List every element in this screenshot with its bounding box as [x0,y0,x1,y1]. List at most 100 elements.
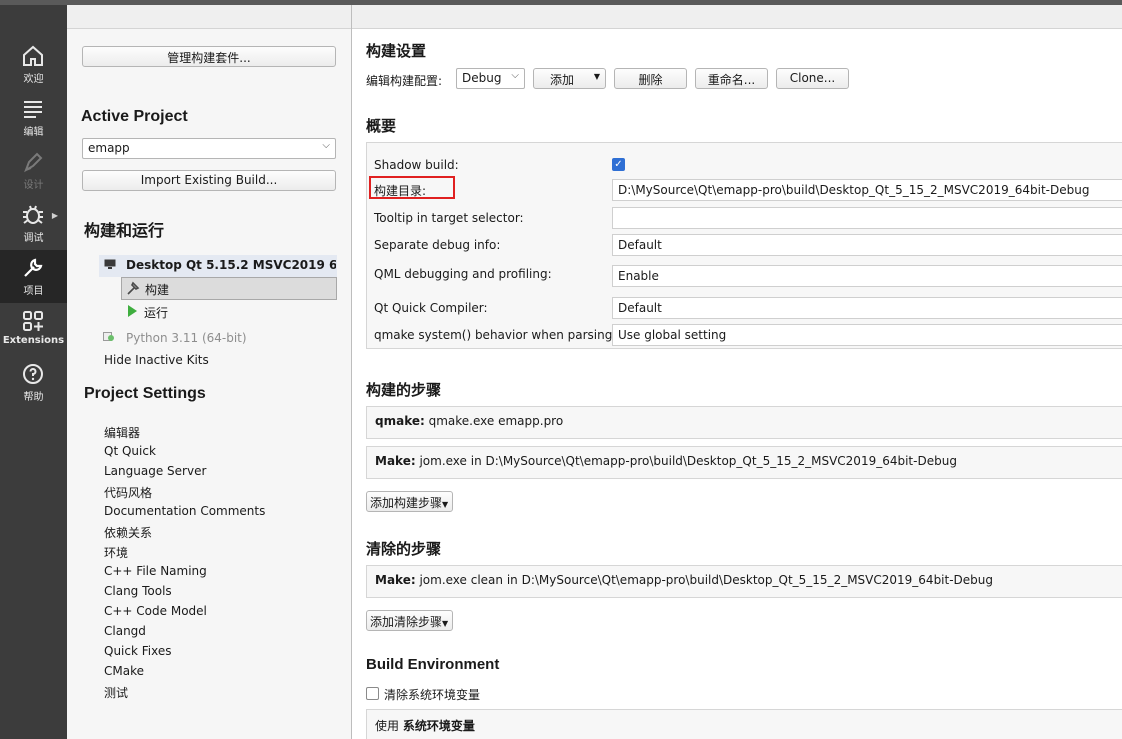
wrench-icon [24,258,43,277]
build-settings-heading: 构建设置 [366,43,427,60]
settings-item-clangd[interactable]: Clangd [104,624,146,638]
build-item-label: 构建 [145,283,170,297]
shadow-build-label: Shadow build: [374,158,459,172]
mode-design[interactable]: 设计 [0,144,67,197]
shadow-build-checkbox[interactable]: ✓ [612,158,625,171]
settings-item-qt-quick[interactable]: Qt Quick [104,444,156,458]
mode-extensions[interactable]: Extensions [0,303,67,356]
qmake-system-label: qmake system() behavior when parsing: [374,328,617,342]
mode-label: 编辑 [23,127,44,138]
clean-make-step[interactable]: Make: jom.exe clean in D:\MySource\Qt\em… [366,565,1122,598]
qmake-system-combo[interactable]: Use global setting [612,324,1122,346]
tooltip-label: Tooltip in target selector: [374,211,524,225]
step-summary: jom.exe clean in D:\MySource\Qt\emapp-pr… [415,573,994,587]
dropdown-arrow-icon: ▼ [593,72,600,81]
status-dot-icon [108,335,114,341]
home-icon [23,45,43,66]
settings-item-documentation-comments[interactable]: Documentation Comments [104,504,265,518]
monitor-icon [104,259,116,269]
clear-env-label: 清除系统环境变量 [384,688,481,702]
delete-config-button[interactable]: 删除 [614,68,687,89]
separate-debug-label: Separate debug info: [374,238,501,252]
dropdown-arrow-icon: ▼ [442,619,449,628]
run-item-label: 运行 [144,306,169,320]
kit-build-item[interactable]: 构建 [121,277,337,300]
separate-debug-combo[interactable]: Default [612,234,1122,256]
kit-run-item[interactable]: 运行 [121,301,337,324]
step-name: Make: [375,454,416,468]
clone-config-button[interactable]: Clone... [776,68,849,89]
mode-label: 项目 [23,286,44,297]
add-config-label: 添加 [550,73,575,87]
mode-label: Extensions [2,335,65,346]
overview-heading: 概要 [366,118,397,135]
highlight-box [369,176,455,199]
settings-item-editor[interactable]: 编辑器 [104,424,140,441]
mode-projects[interactable]: 项目 [0,250,67,303]
inactive-kit-python[interactable]: Python 3.11 (64-bit) [103,331,247,345]
build-config-combo[interactable]: Debug ⌵ [456,68,525,89]
clear-env-checkbox[interactable] [366,687,379,700]
splitter[interactable] [351,5,352,739]
mode-label: 欢迎 [23,74,44,85]
grid-plus-icon [23,311,43,331]
manage-kits-button[interactable]: 管理构建套件... [82,46,336,67]
settings-item-cpp-file-naming[interactable]: C++ File Naming [104,564,207,578]
settings-item-clang-tools[interactable]: Clang Tools [104,584,172,598]
bug-icon [23,205,43,224]
add-clean-step-button[interactable]: 添加清除步骤▼ [366,610,454,631]
edit-config-label: 编辑构建配置: [366,74,443,88]
qt-quick-compiler-combo[interactable]: Default [612,297,1122,319]
kit-name: Desktop Qt 5.15.2 MSVC2019 64... [126,258,336,272]
step-name: Make: [375,573,416,587]
mode-edit[interactable]: 编辑 [0,91,67,144]
import-existing-build-button[interactable]: Import Existing Build... [82,170,336,191]
settings-item-cmake[interactable]: CMake [104,664,144,678]
tooltip-field[interactable] [612,207,1122,229]
add-config-button[interactable]: 添加 ▼ [533,68,606,89]
project-settings-heading: Project Settings [84,385,206,402]
mode-welcome[interactable]: 欢迎 [0,38,67,91]
help-icon [23,364,43,384]
mode-debug[interactable]: ▶ 调试 [0,197,67,250]
qt-quick-compiler-label: Qt Quick Compiler: [374,301,488,315]
add-clean-step-label: 添加清除步骤 [370,615,443,629]
build-dir-field[interactable]: D:\MySource\Qt\emapp-pro\build\Desktop_Q… [612,179,1122,201]
mode-label: 调试 [23,233,44,244]
mode-label: 设计 [23,180,44,191]
build-steps-heading: 构建的步骤 [366,382,442,399]
pen-icon [24,152,43,173]
top-toolbar [67,5,1122,29]
mode-help[interactable]: 帮助 [0,356,67,409]
step-summary: qmake.exe emapp.pro [424,414,564,428]
rename-config-button[interactable]: 重命名... [695,68,768,89]
settings-item-testing[interactable]: 测试 [104,684,128,701]
settings-item-dependencies[interactable]: 依赖关系 [104,524,152,541]
qml-debug-label: QML debugging and profiling: [374,267,552,281]
edit-lines-icon [24,101,42,118]
step-name: qmake: [375,414,425,428]
settings-item-language-server[interactable]: Language Server [104,464,206,478]
settings-item-cpp-code-model[interactable]: C++ Code Model [104,604,207,618]
mode-label: 帮助 [23,392,44,403]
dropdown-arrow-icon: ▼ [442,500,449,509]
project-combo-value: emapp [88,141,130,155]
settings-item-environment[interactable]: 环境 [104,544,128,561]
kit-row-desktop[interactable]: Desktop Qt 5.15.2 MSVC2019 64... [99,255,337,277]
settings-item-code-style[interactable]: 代码风格 [104,484,152,501]
chevron-down-icon: ⌵ [511,70,519,81]
mode-sidebar: 欢迎 编辑 设计 ▶ 调试 项目 Extensions 帮助 [0,5,67,739]
inactive-kit-label: Python 3.11 (64-bit) [126,331,247,345]
hide-inactive-kits-link[interactable]: Hide Inactive Kits [104,353,209,367]
make-step[interactable]: Make: jom.exe in D:\MySource\Qt\emapp-pr… [366,446,1122,479]
use-env-row: 使用 系统环境变量 [366,709,1122,739]
qml-debug-combo[interactable]: Enable [612,265,1122,287]
add-build-step-button[interactable]: 添加构建步骤▼ [366,491,454,512]
step-summary: jom.exe in D:\MySource\Qt\emapp-pro\buil… [415,454,957,468]
submenu-arrow-icon: ▶ [51,211,58,220]
hammer-icon [127,281,140,295]
project-combo[interactable]: emapp ⌵ [82,138,336,159]
run-icon [128,305,137,317]
qmake-step[interactable]: qmake: qmake.exe emapp.pro [366,406,1122,439]
settings-item-quick-fixes[interactable]: Quick Fixes [104,644,171,658]
